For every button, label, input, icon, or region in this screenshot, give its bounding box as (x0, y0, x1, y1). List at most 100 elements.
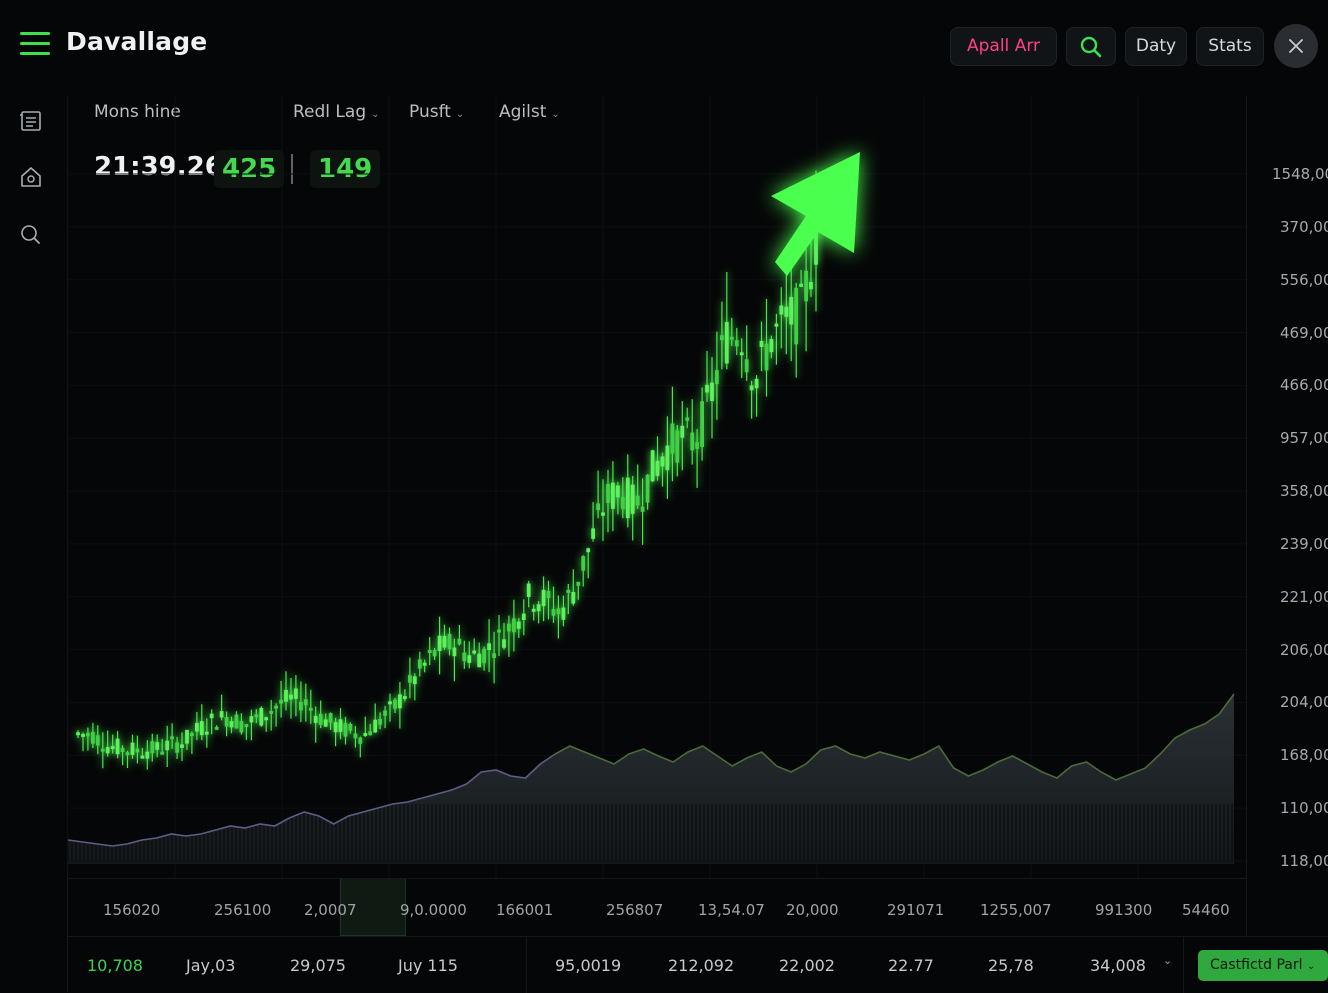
candle-body[interactable] (541, 589, 546, 607)
candle-body[interactable] (348, 724, 353, 731)
candle-body[interactable] (353, 733, 358, 739)
x-tick-label[interactable]: 291071 (887, 901, 944, 919)
candle-body[interactable] (779, 305, 784, 315)
candle-body[interactable] (140, 755, 145, 759)
candle-body[interactable] (680, 425, 685, 438)
x-tick-label[interactable]: 156020 (103, 901, 160, 919)
candle-body[interactable] (650, 450, 655, 482)
x-tick-label[interactable]: 1255,007 (980, 901, 1052, 919)
candle-body[interactable] (675, 430, 680, 463)
candle-body[interactable] (660, 456, 665, 467)
candle-body[interactable] (165, 740, 170, 751)
candle-body[interactable] (601, 512, 605, 516)
candle-body[interactable] (655, 460, 660, 476)
candle-body[interactable] (81, 733, 85, 737)
candle-body[interactable] (512, 618, 516, 633)
candle-body[interactable] (720, 335, 724, 341)
candle-body[interactable] (388, 701, 392, 705)
candle-body[interactable] (343, 723, 348, 737)
candle-body[interactable] (209, 713, 214, 719)
candle-body[interactable] (670, 423, 675, 454)
candle-body[interactable] (799, 283, 803, 287)
candle-body[interactable] (100, 748, 105, 752)
candle-body[interactable] (784, 306, 789, 317)
candle-body[interactable] (809, 282, 813, 290)
candle-body[interactable] (586, 548, 591, 553)
candle-body[interactable] (403, 696, 407, 700)
candle-body[interactable] (482, 648, 486, 664)
candle-body[interactable] (457, 638, 462, 645)
candle-body[interactable] (91, 732, 95, 744)
candle-body[interactable] (244, 724, 249, 728)
candle-body[interactable] (531, 608, 536, 612)
candle-body[interactable] (204, 731, 209, 735)
candle-body[interactable] (274, 705, 278, 709)
candle-body[interactable] (759, 340, 764, 347)
candle-body[interactable] (303, 699, 308, 706)
x-tick-label[interactable]: 9,0.0000 (400, 901, 467, 919)
candle-body[interactable] (789, 296, 794, 325)
candle-body[interactable] (86, 732, 90, 737)
candle-body[interactable] (323, 719, 328, 727)
candle-body[interactable] (561, 607, 566, 620)
candle-body[interactable] (338, 719, 343, 732)
candle-body[interactable] (477, 653, 482, 668)
candle-body[interactable] (734, 340, 739, 347)
candle-body[interactable] (576, 581, 581, 586)
candle-body[interactable] (105, 747, 110, 754)
candle-body[interactable] (710, 382, 714, 401)
candle-body[interactable] (635, 495, 640, 506)
candle-body[interactable] (705, 384, 709, 393)
candle-body[interactable] (427, 650, 432, 653)
x-tick-label[interactable]: 166001 (496, 901, 553, 919)
candle-body[interactable] (606, 484, 610, 503)
candle-body[interactable] (497, 629, 501, 633)
candle-body[interactable] (551, 608, 556, 616)
candle-body[interactable] (115, 738, 120, 755)
candle-body[interactable] (190, 733, 194, 736)
chevron-down-icon[interactable]: ⌄ (1163, 954, 1172, 967)
candle-body[interactable] (685, 417, 690, 421)
price-chart[interactable] (0, 0, 1328, 992)
candle-body[interactable] (526, 583, 531, 598)
candle-body[interactable] (195, 722, 199, 732)
candle-body[interactable] (640, 506, 645, 512)
candle-body[interactable] (234, 714, 239, 729)
candle-body[interactable] (358, 737, 363, 744)
candle-body[interactable] (393, 699, 397, 709)
candle-body[interactable] (724, 321, 729, 364)
castfictd-parl-dropdown[interactable]: Castfictd Parl ⌄ (1198, 950, 1328, 981)
candle-body[interactable] (620, 496, 625, 510)
candle-body[interactable] (566, 589, 571, 593)
candle-body[interactable] (729, 336, 734, 340)
candle-body[interactable] (264, 717, 269, 721)
candle-body[interactable] (804, 270, 808, 302)
candle-body[interactable] (180, 744, 184, 748)
candle-body[interactable] (135, 748, 140, 753)
candle-body[interactable] (145, 751, 150, 759)
candle-body[interactable] (571, 592, 576, 604)
candle-body[interactable] (368, 731, 373, 736)
candle-body[interactable] (373, 719, 378, 733)
candle-body[interactable] (249, 716, 254, 723)
candle-body[interactable] (754, 378, 759, 389)
candle-body[interactable] (502, 639, 506, 648)
candle-body[interactable] (299, 701, 303, 711)
candle-body[interactable] (591, 528, 595, 539)
candle-body[interactable] (516, 621, 521, 629)
candle-body[interactable] (432, 650, 437, 657)
candle-body[interactable] (120, 747, 125, 752)
candle-body[interactable] (546, 591, 551, 598)
candle-body[interactable] (150, 741, 155, 754)
candle-body[interactable] (437, 635, 442, 651)
candle-body[interactable] (308, 707, 313, 711)
candle-body[interactable] (224, 717, 229, 727)
candle-body[interactable] (452, 647, 457, 657)
candle-body[interactable] (279, 699, 283, 704)
candle-body[interactable] (284, 689, 288, 702)
candle-body[interactable] (581, 556, 586, 571)
candle-body[interactable] (259, 707, 264, 726)
candle-body[interactable] (596, 503, 600, 511)
candle-body[interactable] (95, 735, 100, 746)
candle-body[interactable] (700, 401, 704, 447)
